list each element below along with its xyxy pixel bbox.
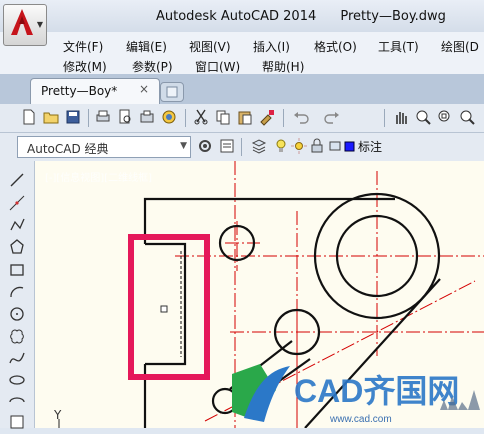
- title-bar: Autodesk AutoCAD 2014 Pretty—Boy.dwg: [0, 0, 484, 32]
- layer-thaw-sun-icon[interactable]: [290, 137, 308, 155]
- menu-view[interactable]: 视图(V): [189, 38, 231, 55]
- menu-edit[interactable]: 编辑(E): [126, 38, 167, 55]
- zoom-previous-icon[interactable]: [458, 108, 476, 126]
- polygon-icon[interactable]: [8, 238, 26, 256]
- toolbar-separator: [88, 109, 89, 127]
- window-title: Autodesk AutoCAD 2014 Pretty—Boy.dwg: [156, 9, 466, 24]
- menu-modify[interactable]: 修改(M): [63, 58, 107, 75]
- revision-cloud-icon[interactable]: [8, 327, 26, 345]
- new-file-icon[interactable]: [20, 108, 38, 126]
- ellipse-icon[interactable]: [8, 371, 26, 389]
- draw-toolbar: [0, 161, 35, 431]
- pan-hand-icon[interactable]: [392, 108, 410, 126]
- menu-bar: 文件(F) 编辑(E) 视图(V) 插入(I) 格式(O) 工具(T) 绘图(D…: [0, 32, 484, 74]
- chevron-down-icon: ▼: [36, 20, 43, 29]
- highlight-frame: [128, 234, 210, 380]
- ucs-y-axis-label: Y: [54, 408, 62, 422]
- grip-point[interactable]: [160, 305, 168, 313]
- line-tool-icon[interactable]: [8, 171, 26, 189]
- arc-icon[interactable]: [8, 283, 26, 301]
- document-tab[interactable]: Pretty—Boy* ×: [30, 78, 160, 105]
- layer-lock-icon[interactable]: [308, 137, 326, 155]
- cut-icon[interactable]: [192, 108, 210, 126]
- polyline-icon[interactable]: [8, 216, 26, 234]
- workspace-value: AutoCAD 经典: [27, 142, 109, 156]
- toolbar-separator: [384, 109, 385, 127]
- new-tab-button[interactable]: [160, 82, 184, 102]
- insert-block-icon[interactable]: [8, 413, 26, 431]
- toolbar-separator: [241, 138, 242, 156]
- watermark-url: www.cad.com: [329, 414, 392, 425]
- chevron-down-icon: ▼: [180, 141, 187, 151]
- new-drawing-icon: [166, 86, 178, 98]
- menu-help[interactable]: 帮助(H): [262, 58, 304, 75]
- ellipse-arc-icon[interactable]: [8, 393, 26, 411]
- menu-format[interactable]: 格式(O): [314, 38, 357, 55]
- file-name: Pretty—Boy.dwg: [340, 9, 446, 24]
- redo-icon[interactable]: [323, 108, 341, 126]
- menu-file[interactable]: 文件(F): [63, 38, 103, 55]
- toolbar-separator: [283, 109, 284, 127]
- workspace-dropdown[interactable]: AutoCAD 经典 ▼: [17, 136, 191, 158]
- autocad-logo-icon: [11, 9, 33, 35]
- workspace-settings-icon[interactable]: [196, 137, 214, 155]
- save-icon[interactable]: [64, 108, 82, 126]
- construction-line-icon[interactable]: [8, 194, 26, 212]
- viewport-controls-label[interactable]: [-][信息视图][二维线框]: [45, 169, 152, 184]
- toolbar-separator: [185, 109, 186, 127]
- site-watermark-logo: CAD齐国网 www.cad.com: [230, 360, 484, 428]
- layer-properties-icon[interactable]: [250, 137, 268, 155]
- workspace-toolbar: AutoCAD 经典 ▼ 标注: [0, 133, 484, 162]
- standard-toolbar: [0, 104, 484, 133]
- application-menu-button[interactable]: ▼: [3, 4, 47, 46]
- document-tab-label: Pretty—Boy*: [41, 84, 118, 98]
- close-icon[interactable]: ×: [139, 82, 149, 96]
- menu-window[interactable]: 窗口(W): [195, 58, 240, 75]
- rectangle-icon[interactable]: [8, 261, 26, 279]
- document-tab-bar: Pretty—Boy* ×: [0, 74, 484, 105]
- spline-icon[interactable]: [8, 349, 26, 367]
- current-layer-name[interactable]: 标注: [358, 138, 382, 155]
- watermark-graphic: CAD齐国网 www.cad.com: [232, 364, 480, 425]
- app-name: Autodesk AutoCAD 2014: [156, 9, 317, 24]
- menu-tools[interactable]: 工具(T): [378, 38, 419, 55]
- zoom-window-icon[interactable]: [436, 108, 454, 126]
- match-properties-icon[interactable]: [258, 108, 276, 126]
- paste-icon[interactable]: [236, 108, 254, 126]
- menu-draw[interactable]: 绘图(D: [441, 38, 479, 55]
- zoom-realtime-icon[interactable]: [414, 108, 432, 126]
- layer-on-bulb-icon[interactable]: [272, 137, 290, 155]
- circle-icon[interactable]: [8, 305, 26, 323]
- watermark-brand: CAD齐国网: [294, 373, 459, 409]
- publish-icon[interactable]: [138, 108, 156, 126]
- menu-insert[interactable]: 插入(I): [253, 38, 290, 55]
- open-folder-icon[interactable]: [42, 108, 60, 126]
- print-preview-icon[interactable]: [116, 108, 134, 126]
- customize-icon[interactable]: [218, 137, 236, 155]
- print-icon[interactable]: [94, 108, 112, 126]
- menu-parametric[interactable]: 参数(P): [132, 58, 173, 75]
- 3d-print-icon[interactable]: [160, 108, 178, 126]
- undo-icon[interactable]: [292, 108, 310, 126]
- copy-icon[interactable]: [214, 108, 232, 126]
